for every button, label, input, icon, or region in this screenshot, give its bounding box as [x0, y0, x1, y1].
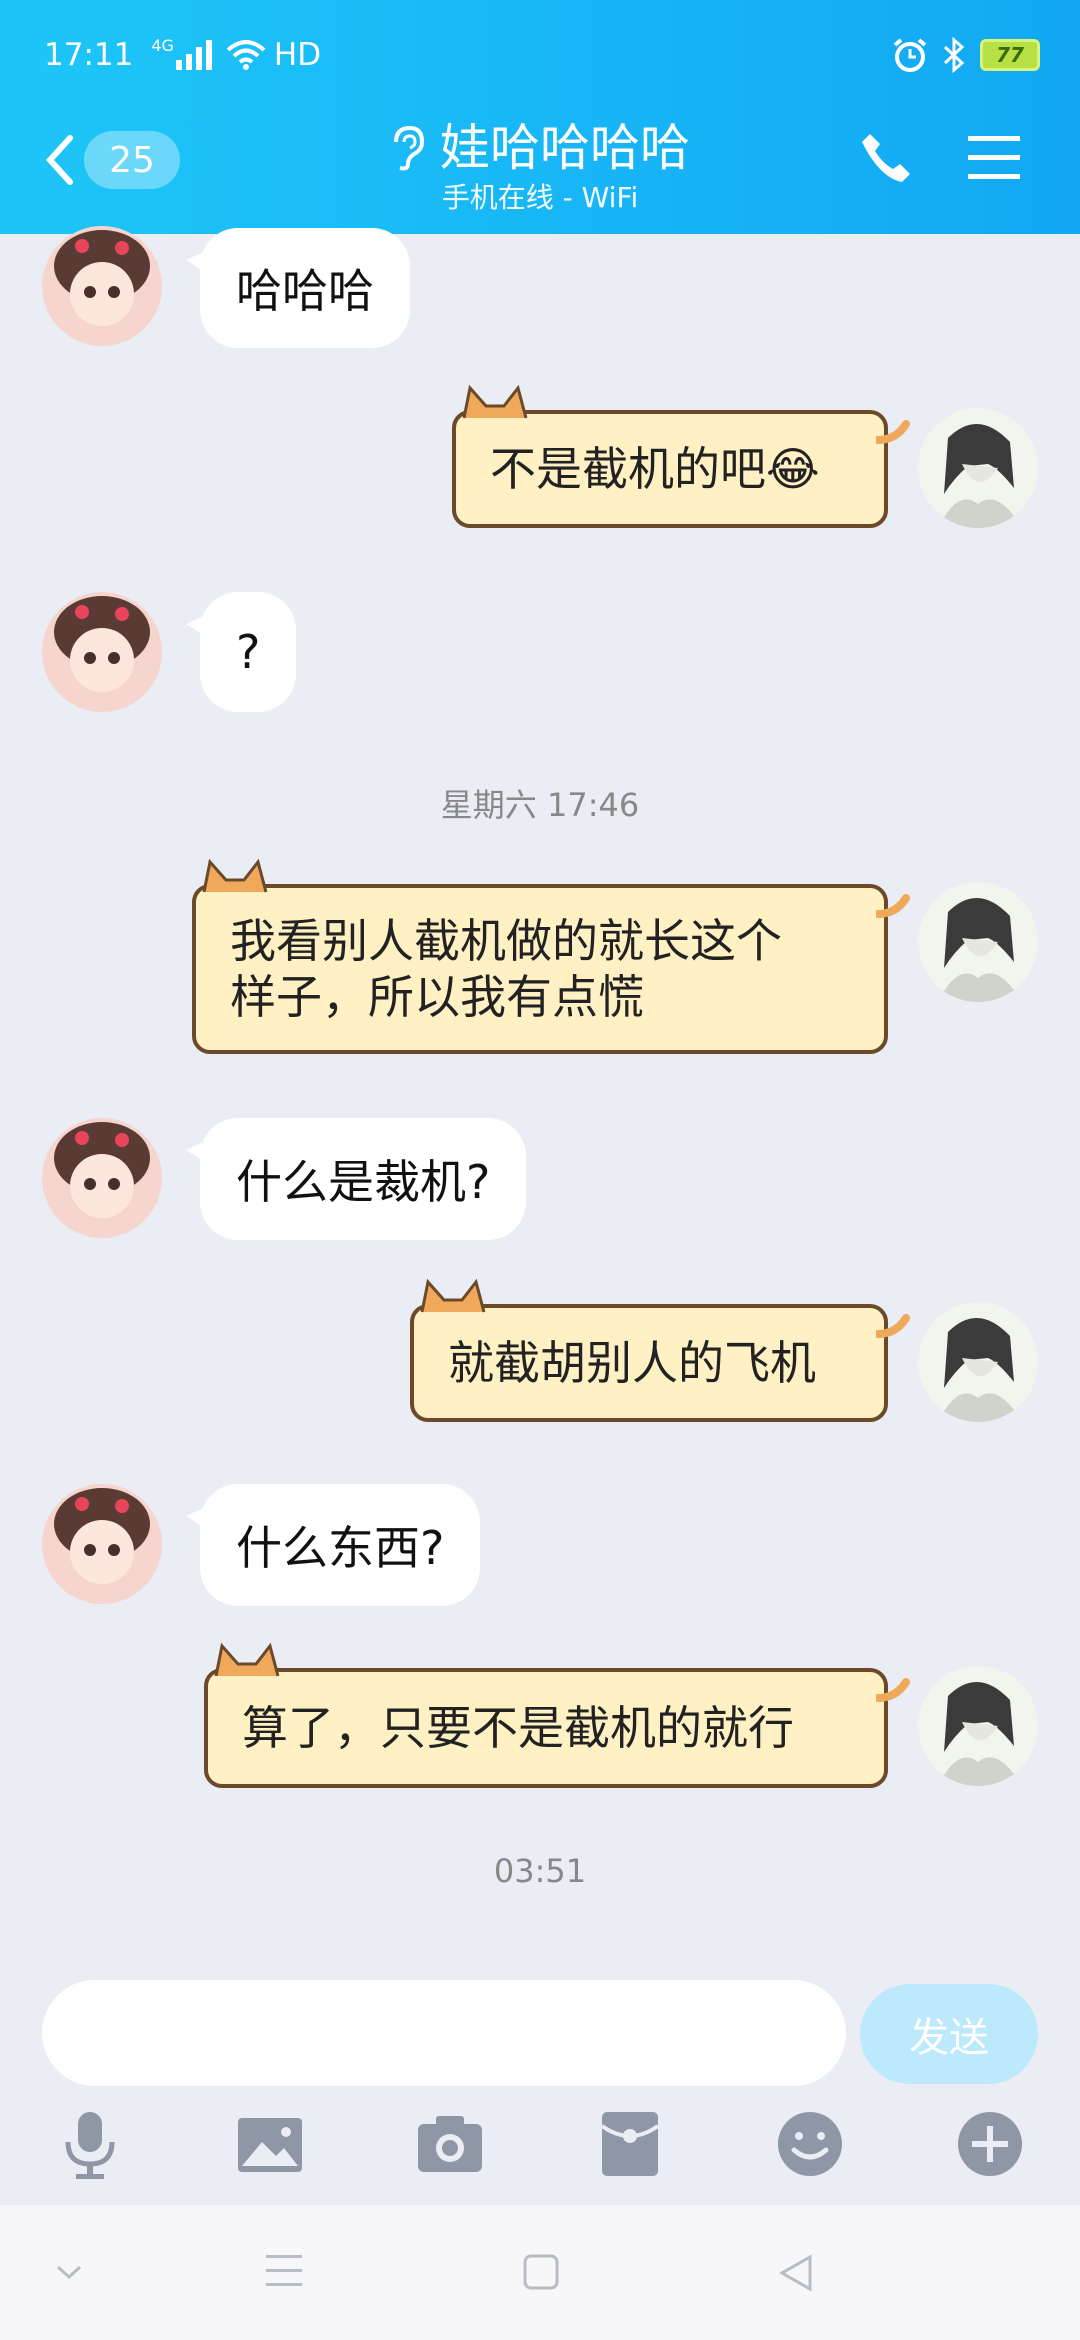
cat-tail-decoration	[876, 894, 910, 918]
bluetooth-icon	[943, 37, 965, 73]
my-avatar[interactable]	[918, 1302, 1038, 1422]
send-button-label: 发送	[909, 2015, 989, 2061]
menu-nav-icon[interactable]	[264, 2253, 304, 2289]
contact-avatar[interactable]	[42, 226, 162, 346]
message-text-line: 样子，所以我有点慌	[230, 970, 644, 1024]
nav-bar: 25 娃哈哈哈哈 手机在线 - WiFi	[0, 108, 1080, 218]
send-button[interactable]: 发送	[860, 1984, 1038, 2084]
alarm-icon	[893, 38, 927, 72]
message-text: 就截胡别人的飞机	[448, 1336, 816, 1390]
timestamp: 03:51	[493, 1852, 587, 1890]
home-icon[interactable]	[522, 2253, 560, 2291]
red-packet-icon[interactable]	[594, 2108, 666, 2180]
chevron-left-icon	[45, 135, 73, 185]
message-text: 不是截机的吧😂	[490, 442, 820, 496]
page-title: 娃哈哈哈哈	[440, 119, 690, 177]
timestamp: 星期六 17:46	[440, 786, 640, 824]
input-toolbar	[0, 2108, 1080, 2188]
hd-indicator: HD	[273, 37, 322, 73]
message-bubble-outgoing[interactable]: 不是截机的吧😂	[452, 384, 910, 528]
contact-avatar[interactable]	[42, 592, 162, 712]
back-nav-icon[interactable]	[776, 2253, 814, 2293]
message-bubble-incoming[interactable]: 什么是裁机?	[185, 1118, 527, 1240]
online-status: 手机在线 - WiFi	[441, 181, 639, 214]
message-bubble-outgoing[interactable]: 就截胡别人的飞机	[410, 1278, 910, 1422]
contact-avatar[interactable]	[42, 1484, 162, 1604]
battery-indicator: 77	[980, 39, 1040, 71]
contact-title[interactable]: 娃哈哈哈哈 手机在线 - WiFi	[340, 116, 740, 216]
message-text: 什么是裁机?	[236, 1155, 491, 1209]
plus-icon[interactable]	[954, 2108, 1026, 2180]
cat-tail-decoration	[876, 1314, 910, 1338]
message-input[interactable]	[42, 1980, 846, 2086]
chevron-down-icon[interactable]	[54, 2263, 84, 2283]
microphone-icon[interactable]	[54, 2108, 126, 2180]
unread-count-badge: 25	[84, 131, 180, 189]
cat-ears-decoration	[420, 1278, 486, 1313]
image-icon[interactable]	[234, 2108, 306, 2180]
cat-tail-decoration	[876, 420, 910, 444]
message-bubble-incoming[interactable]: 什么东西?	[185, 1484, 481, 1606]
my-avatar[interactable]	[918, 1666, 1038, 1786]
cat-ears-decoration	[202, 858, 268, 893]
message-text: ?	[236, 625, 261, 679]
emoji-icon[interactable]	[774, 2108, 846, 2180]
cat-ears-decoration	[214, 1642, 280, 1677]
status-bar: 17:11 4G HD 77	[44, 30, 1040, 80]
battery-level: 77	[996, 43, 1024, 67]
back-button[interactable]: 25	[44, 128, 194, 192]
message-text: 什么东西?	[236, 1521, 445, 1575]
message-bubble-incoming[interactable]: 哈哈哈	[186, 228, 410, 348]
cat-ears-decoration	[462, 384, 528, 419]
status-time: 17:11	[44, 37, 134, 73]
contact-avatar[interactable]	[42, 1118, 162, 1238]
message-bubble-outgoing[interactable]: 算了，只要不是截机的就行	[204, 1642, 910, 1788]
wifi-icon	[226, 40, 266, 70]
phone-call-icon[interactable]	[858, 130, 914, 186]
signal-icon	[175, 40, 212, 70]
ear-icon	[394, 125, 425, 171]
my-avatar[interactable]	[918, 408, 1038, 528]
chat-header: 17:11 4G HD 77 25 娃哈哈哈哈 手机在线 - WiFi	[0, 0, 1080, 234]
cat-tail-decoration	[876, 1678, 910, 1702]
message-text-line: 我看别人截机做的就长这个	[230, 914, 782, 968]
message-text: 算了，只要不是截机的就行	[242, 1701, 794, 1755]
my-avatar[interactable]	[918, 882, 1038, 1002]
network-type: 4G	[151, 35, 174, 55]
menu-icon[interactable]	[966, 134, 1022, 182]
system-navigation-bar	[0, 2205, 1080, 2340]
camera-icon[interactable]	[414, 2108, 486, 2180]
message-text: 哈哈哈	[236, 264, 374, 318]
message-bubble-outgoing[interactable]: 我看别人截机做的就长这个 样子，所以我有点慌	[192, 858, 910, 1054]
message-bubble-incoming[interactable]: ?	[185, 592, 297, 712]
